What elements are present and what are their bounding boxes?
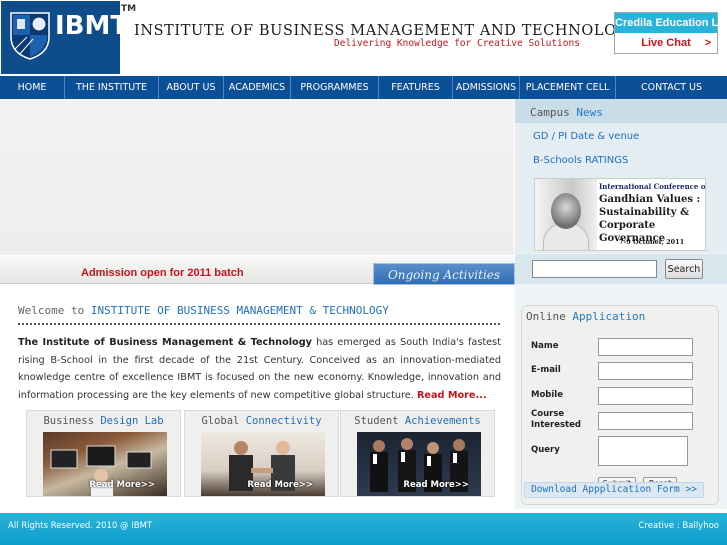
online-application-title: Online Application [526, 310, 645, 323]
logo-text: IBMT [55, 11, 120, 41]
query-textarea[interactable] [598, 436, 688, 466]
gandhi-photo [535, 179, 597, 250]
card-title-a: Student [354, 415, 399, 427]
conference-dates: 7-9 October, 2011 [619, 238, 685, 246]
course-label-a: Course [531, 409, 565, 419]
nav-item-about-us[interactable]: ABOUT US [159, 76, 224, 99]
welcome-heading: Welcome to INSTITUTE OF BUSINESS MANAGEM… [18, 304, 389, 317]
chevron-right-icon: > [704, 37, 711, 49]
mobile-label: Mobile [531, 390, 563, 400]
card-title-b: Connectivity [245, 415, 322, 427]
main-nav: HOME THE INSTITUTE ABOUT US ACADEMICS PR… [0, 76, 727, 99]
conference-line1: International Conference on [599, 182, 706, 191]
mobile-field[interactable] [598, 387, 693, 405]
intro-paragraph: The Institute of Business Management & T… [18, 334, 501, 404]
connectivity-photo: Read More>> [201, 432, 325, 496]
conference-title-a: Gandhian Values : [599, 194, 701, 205]
live-chat-label: Live Chat [641, 37, 691, 49]
welcome-institute-name: INSTITUTE OF BUSINESS MANAGEMENT & TECHN… [90, 304, 389, 317]
card-global-connectivity[interactable]: Global Connectivity Read More>> [184, 410, 339, 497]
card-read-more[interactable]: Read More>> [89, 480, 155, 490]
card-title: Student Achievements [341, 415, 494, 427]
institute-name: INSTITUTE OF BUSINESS MANAGEMENT AND TEC… [134, 23, 639, 39]
online-title-a: Online [526, 310, 566, 323]
nav-item-admissions[interactable]: ADMISSIONS [453, 76, 520, 99]
query-label: Query [531, 445, 560, 455]
nav-item-programmes[interactable]: PROGRAMMES [291, 76, 379, 99]
nav-item-home[interactable]: HOME [0, 76, 65, 99]
card-business-design-lab[interactable]: Business Design Lab Read More>> [26, 410, 181, 497]
conference-banner-image[interactable]: International Conference on Gandhian Val… [534, 178, 706, 251]
campus-news-title-a: Campus [530, 106, 570, 119]
course-label-b: Interested [531, 420, 581, 430]
trademark-mark: TM [121, 4, 137, 14]
card-read-more[interactable]: Read More>> [247, 480, 313, 490]
card-read-more[interactable]: Read More>> [403, 480, 469, 490]
dotted-divider [18, 323, 500, 325]
conference-title-b: Sustainability & [599, 207, 690, 218]
card-title-a: Global [201, 415, 240, 427]
banner-area [0, 99, 514, 255]
intro-bold: The Institute of Business Management & T… [18, 337, 312, 348]
news-link-bschool-ratings[interactable]: B-Schools RATINGS [533, 155, 628, 166]
news-link-gd-pi[interactable]: GD / PI Date & venue [533, 131, 639, 142]
card-title: Global Connectivity [185, 415, 338, 427]
search-area: Search [515, 254, 727, 284]
name-label: Name [531, 341, 559, 351]
admission-announcement[interactable]: Admission open for 2011 batch [81, 267, 244, 279]
right-column: Campus News GD / PI Date & venue B-Schoo… [515, 99, 727, 509]
search-button[interactable]: Search [665, 259, 703, 279]
copyright-text: All Rights Reserved. 2010 @ IBMT [8, 521, 153, 531]
crest-icon [10, 12, 50, 60]
site-header: IBMT TM INSTITUTE OF BUSINESS MANAGEMENT… [0, 0, 727, 76]
site-footer: All Rights Reserved. 2010 @ IBMT Creativ… [0, 513, 727, 545]
search-input[interactable] [532, 260, 657, 278]
welcome-prefix: Welcome to [18, 304, 85, 317]
achievements-photo: Read More>> [357, 432, 481, 496]
course-field[interactable] [598, 412, 693, 430]
ibmt-logo[interactable]: IBMT [1, 1, 120, 74]
design-lab-photo: Read More>> [43, 432, 167, 496]
campus-news-title-b: News [576, 106, 603, 119]
credila-title: Credila Education Loan [615, 13, 727, 33]
live-chat-button[interactable]: Live Chat > [615, 33, 717, 53]
online-title-b: Application [572, 310, 646, 323]
credila-widget[interactable]: Credila Education Loan Live Chat > [614, 12, 727, 54]
campus-news-panel: Campus News GD / PI Date & venue B-Schoo… [515, 99, 727, 253]
online-application-form: Online Application Name E-mail Mobile Co… [521, 305, 719, 505]
photo-face [551, 193, 581, 229]
card-title-b: Achievements [404, 415, 481, 427]
nav-item-the-institute[interactable]: THE INSTITUTE [65, 76, 159, 99]
nav-item-academics[interactable]: ACADEMICS [224, 76, 291, 99]
campus-news-title: Campus News [530, 106, 603, 119]
tagline: Delivering Knowledge for Creative Soluti… [334, 38, 580, 49]
nav-item-features[interactable]: FEATURES [379, 76, 453, 99]
nav-item-contact-us[interactable]: CONTACT US [616, 76, 727, 99]
email-field[interactable] [598, 362, 693, 380]
card-title-a: Business [43, 415, 95, 427]
read-more-link[interactable]: Read More... [417, 390, 487, 401]
card-title: Business Design Lab [27, 415, 180, 427]
card-student-achievements[interactable]: Student Achievements Read More>> [340, 410, 495, 497]
name-field[interactable] [598, 338, 693, 356]
nav-item-placement-cell[interactable]: PLACEMENT CELL [520, 76, 616, 99]
email-label: E-mail [531, 365, 561, 375]
ongoing-activities-tab[interactable]: Ongoing Activities [373, 263, 515, 285]
download-form-link[interactable]: Download Appplication Form >> [524, 482, 704, 498]
course-label: Course Interested [531, 409, 581, 431]
credit-text[interactable]: Creative : Ballyhoo [639, 521, 719, 531]
card-title-b: Design Lab [100, 415, 164, 427]
